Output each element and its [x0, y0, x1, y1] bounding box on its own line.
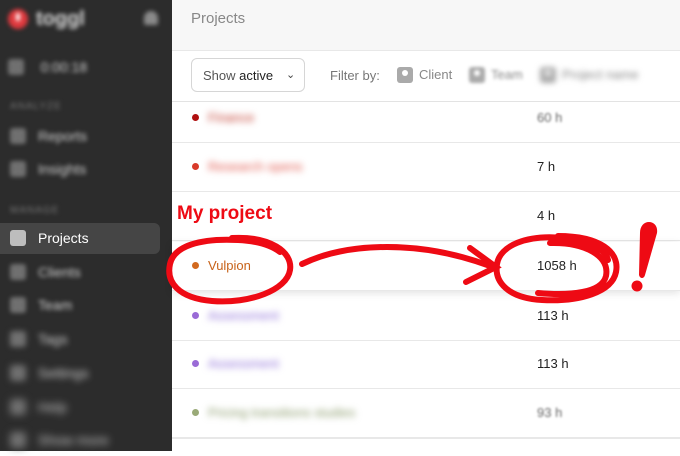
exclamation-mark-icon [639, 222, 658, 278]
vulpion-highlight-circle [166, 234, 294, 305]
exclamation-dot-icon [631, 280, 643, 292]
annotation-arrow-icon [299, 244, 493, 269]
annotation-overlay [166, 222, 658, 305]
hours-highlight-circle [493, 233, 620, 304]
